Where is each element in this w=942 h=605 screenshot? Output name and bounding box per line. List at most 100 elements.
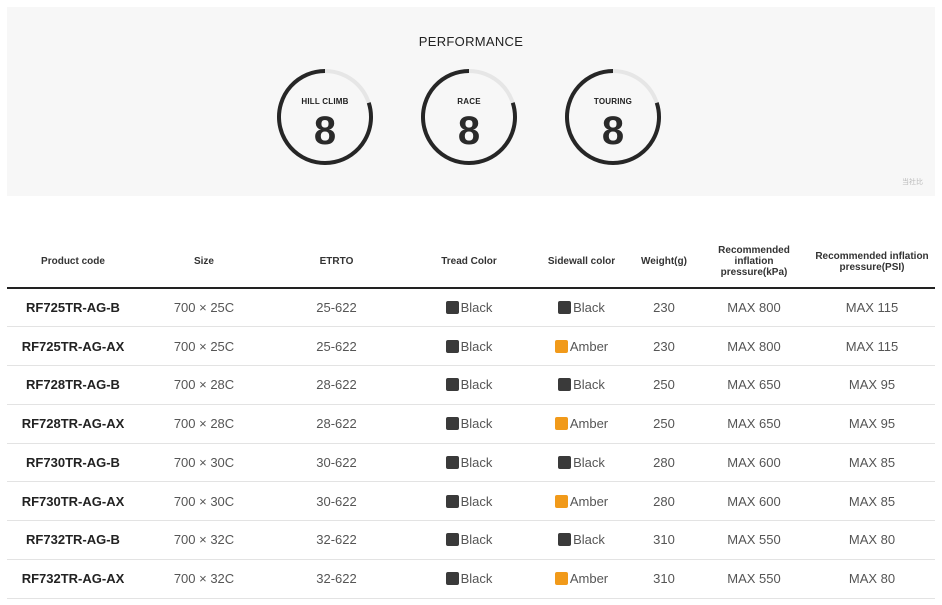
cell-size: 700 × 30C [139, 443, 269, 483]
gauge-label: TOURING [593, 97, 633, 106]
spec-table: Product code Size ETRTO Tread Color Side… [7, 236, 935, 599]
cell-pressure-psi: MAX 115 [809, 326, 935, 366]
col-header-weight: Weight(g) [629, 236, 699, 289]
color-swatch [445, 455, 459, 469]
gauge-hill-climb: HILL CLIMB 8 [275, 67, 375, 167]
color-swatch [445, 378, 459, 392]
color-name: Black [573, 532, 605, 548]
col-header-product-code: Product code [7, 236, 139, 289]
cell-size: 700 × 25C [139, 288, 269, 328]
col-header-size: Size [139, 236, 269, 289]
cell-size: 700 × 32C [139, 559, 269, 599]
table-row: RF728TR-AG-B 700 × 28C 28-622 Black Blac… [7, 365, 935, 405]
table-row: RF728TR-AG-AX 700 × 28C 28-622 Black Amb… [7, 404, 935, 444]
color-swatch [558, 455, 572, 469]
cell-tread-color: Black [404, 520, 534, 560]
cell-pressure-psi: MAX 85 [809, 481, 935, 521]
col-header-pressure-psi: Recommended inflation pressure(PSI) [809, 236, 935, 289]
cell-weight: 280 [629, 443, 699, 483]
cell-product-code: RF728TR-AG-B [7, 365, 139, 405]
table-row: RF730TR-AG-B 700 × 30C 30-622 Black Blac… [7, 443, 935, 483]
cell-sidewall-color: Amber [534, 404, 629, 444]
performance-panel: PERFORMANCE HILL CLIMB 8 RACE 8 TOURING … [7, 7, 935, 196]
gauge-value: 8 [457, 109, 481, 153]
color-name: Black [460, 300, 493, 316]
cell-pressure-kpa: MAX 800 [699, 288, 809, 328]
color-name: Black [573, 454, 605, 470]
cell-weight: 230 [629, 326, 699, 366]
cell-size: 700 × 30C [139, 481, 269, 521]
cell-tread-color: Black [404, 481, 534, 521]
color-name: Black [573, 377, 605, 393]
gauge-value: 8 [313, 109, 337, 153]
color-swatch [558, 301, 572, 315]
cell-pressure-kpa: MAX 600 [699, 481, 809, 521]
cell-etrto: 28-622 [269, 404, 404, 444]
spec-table-body: RF725TR-AG-B 700 × 25C 25-622 Black Blac… [7, 288, 935, 599]
cell-etrto: 28-622 [269, 365, 404, 405]
col-header-pressure-kpa: Recommended inflation pressure(kPa) [699, 236, 809, 289]
color-name: Amber [569, 416, 609, 432]
cell-etrto: 25-622 [269, 288, 404, 328]
table-row: RF725TR-AG-B 700 × 25C 25-622 Black Blac… [7, 288, 935, 328]
color-name: Black [460, 454, 493, 470]
cell-pressure-psi: MAX 80 [809, 520, 935, 560]
color-swatch [558, 378, 572, 392]
cell-etrto: 30-622 [269, 443, 404, 483]
cell-etrto: 25-622 [269, 326, 404, 366]
table-row: RF732TR-AG-AX 700 × 32C 32-622 Black Amb… [7, 559, 935, 599]
cell-pressure-psi: MAX 95 [809, 404, 935, 444]
gauge-touring: TOURING 8 [563, 67, 663, 167]
cell-pressure-psi: MAX 85 [809, 443, 935, 483]
cell-sidewall-color: Black [534, 443, 629, 483]
color-name: Black [460, 493, 493, 509]
color-swatch [445, 533, 459, 547]
color-name: Black [460, 571, 493, 587]
cell-size: 700 × 32C [139, 520, 269, 560]
cell-tread-color: Black [404, 326, 534, 366]
table-row: RF732TR-AG-B 700 × 32C 32-622 Black Blac… [7, 520, 935, 560]
col-header-sidewall-color: Sidewall color [534, 236, 629, 289]
color-swatch [558, 533, 572, 547]
cell-weight: 230 [629, 288, 699, 328]
col-header-etrto: ETRTO [269, 236, 404, 289]
color-swatch [445, 494, 459, 508]
col-header-tread-color: Tread Color [404, 236, 534, 289]
color-name: Black [460, 338, 493, 354]
color-swatch [554, 572, 568, 586]
cell-product-code: RF725TR-AG-AX [7, 326, 139, 366]
cell-pressure-psi: MAX 115 [809, 288, 935, 328]
cell-pressure-psi: MAX 80 [809, 559, 935, 599]
cell-tread-color: Black [404, 404, 534, 444]
color-swatch [445, 417, 459, 431]
color-name: Amber [569, 493, 609, 509]
cell-etrto: 32-622 [269, 520, 404, 560]
cell-size: 700 × 28C [139, 404, 269, 444]
cell-size: 700 × 25C [139, 326, 269, 366]
gauge-value: 8 [601, 109, 625, 153]
color-name: Amber [569, 338, 609, 354]
cell-sidewall-color: Amber [534, 326, 629, 366]
cell-weight: 310 [629, 559, 699, 599]
cell-etrto: 32-622 [269, 559, 404, 599]
color-name: Black [460, 416, 493, 432]
cell-product-code: RF730TR-AG-AX [7, 481, 139, 521]
gauge-label: HILL CLIMB [301, 97, 349, 106]
cell-pressure-kpa: MAX 550 [699, 559, 809, 599]
table-row: RF725TR-AG-AX 700 × 25C 25-622 Black Amb… [7, 326, 935, 366]
cell-sidewall-color: Black [534, 288, 629, 328]
color-name: Black [460, 532, 493, 548]
color-swatch [445, 572, 459, 586]
cell-sidewall-color: Black [534, 365, 629, 405]
cell-weight: 250 [629, 365, 699, 405]
cell-pressure-kpa: MAX 650 [699, 365, 809, 405]
gauge-label: RACE [457, 97, 481, 106]
color-name: Black [460, 377, 493, 393]
cell-product-code: RF732TR-AG-AX [7, 559, 139, 599]
spec-table-header: Product code Size ETRTO Tread Color Side… [7, 236, 935, 289]
cell-product-code: RF732TR-AG-B [7, 520, 139, 560]
gauge-race: RACE 8 [419, 67, 519, 167]
cell-pressure-kpa: MAX 600 [699, 443, 809, 483]
cell-pressure-kpa: MAX 800 [699, 326, 809, 366]
table-row: RF730TR-AG-AX 700 × 30C 30-622 Black Amb… [7, 481, 935, 521]
